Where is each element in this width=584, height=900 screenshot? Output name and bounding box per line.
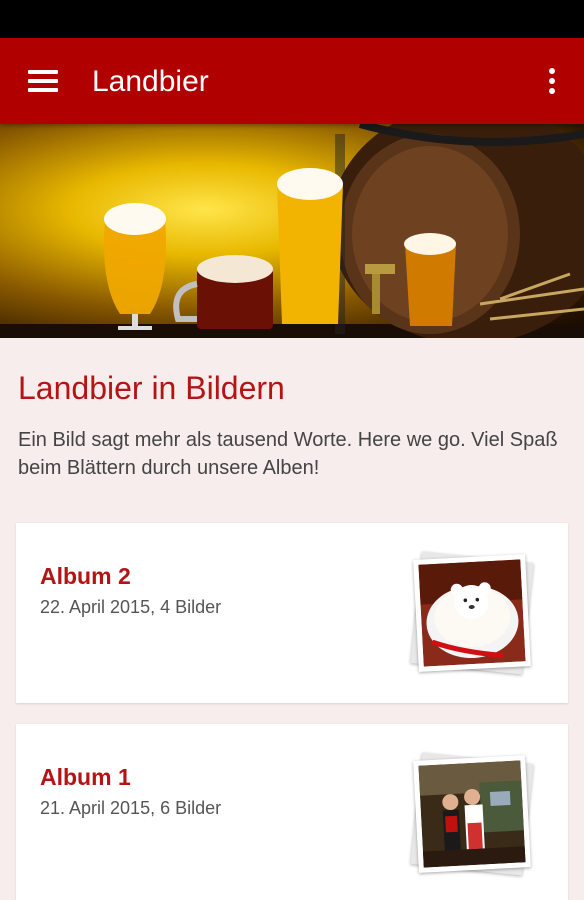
album-meta: 21. April 2015, 6 Bilder [40,798,222,818]
album-card[interactable]: Album 1 21. April 2015, 6 Bilder [16,724,568,900]
album-thumbnail[interactable] [410,551,534,675]
album-title: Album 1 [40,764,131,790]
app-bar: Landbier [0,38,584,124]
album-title: Album 2 [40,563,131,589]
app-title: Landbier [92,65,209,98]
header-banner-image [0,124,584,338]
album-thumbnail[interactable] [410,752,534,876]
people-at-bar-photo [418,760,526,868]
section-title: Landbier in Bildern [18,370,285,406]
latte-art-bear-photo [418,559,526,667]
album-meta: 22. April 2015, 4 Bilder [40,597,222,617]
overflow-menu-icon[interactable] [548,68,556,94]
album-card[interactable]: Album 2 22. April 2015, 4 Bilder [16,523,568,703]
hamburger-menu-icon[interactable] [28,70,58,92]
status-bar [0,0,584,38]
section-description: Ein Bild sagt mehr als tausend Worte. He… [18,429,558,479]
